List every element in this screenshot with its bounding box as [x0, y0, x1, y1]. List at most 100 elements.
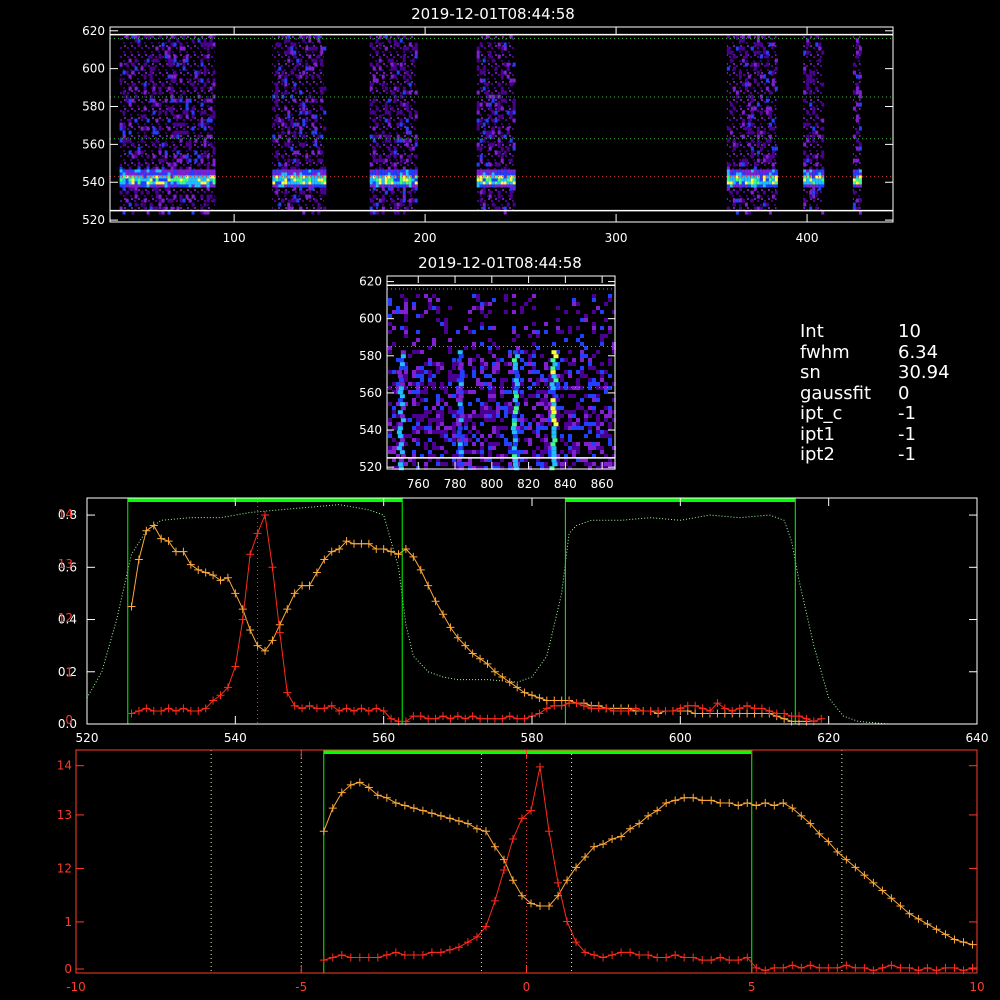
spectrogram-band-pixel: [402, 184, 406, 188]
spectrogram-column-pixel: [397, 374, 403, 379]
spectrogram-pixel: [484, 414, 488, 418]
spectrogram-pixel: [388, 370, 392, 374]
spectrogram-band-pixel: [806, 172, 810, 176]
spectrogram-pixel: [812, 134, 816, 139]
spectrogram-band-pixel: [756, 169, 760, 173]
spectrogram-band-pixel: [146, 172, 150, 176]
spectrogram-pixel: [809, 78, 813, 83]
spectrogram-band-pixel: [759, 172, 763, 176]
spectrogram-pixel: [532, 342, 536, 346]
spectrogram-pixel: [741, 110, 745, 115]
spectrogram-band-pixel: [500, 172, 504, 176]
spectrogram-pixel: [416, 370, 420, 374]
spectrogram-band-pixel: [149, 169, 153, 173]
spectrogram-pixel: [492, 362, 496, 366]
spectrogram-pixel: [206, 198, 210, 203]
spectrogram-pixel: [472, 450, 476, 454]
spectrogram-pixel: [494, 110, 498, 115]
spectrogram-pixel: [741, 58, 745, 63]
spectrogram-pixel: [756, 50, 760, 55]
spectrogram-band-pixel: [182, 172, 186, 176]
spectrogram-pixel: [399, 122, 403, 127]
spectrogram-band-pixel: [131, 178, 135, 182]
spectrogram-pixel: [492, 378, 496, 382]
data-point: [683, 701, 692, 710]
data-point: [770, 801, 779, 810]
data-point: [476, 714, 485, 723]
spectrogram-pixel: [500, 146, 504, 151]
spectrogram-band-pixel: [320, 184, 324, 188]
spectrogram-pixel: [404, 442, 408, 446]
spectrogram-column-pixel: [553, 422, 559, 427]
spectrogram-pixel: [185, 98, 189, 103]
spectrogram-pixel: [500, 418, 504, 422]
spectrogram-band-pixel: [128, 169, 132, 173]
spectrogram-pixel: [738, 38, 742, 43]
spectrogram-pixel: [152, 66, 156, 71]
spectrogram-pixel: [608, 438, 612, 442]
spectrogram-pixel: [375, 122, 379, 127]
spectrogram-pixel: [497, 102, 501, 107]
spectrogram-pixel: [488, 446, 492, 450]
spectrogram-pixel: [604, 390, 608, 394]
spectrogram-pixel: [173, 162, 177, 167]
profile-panel-2: -10 -5 0 5 1001121314: [57, 749, 985, 994]
spectrogram-pixel: [414, 46, 418, 51]
spectrogram-band-pixel: [855, 169, 859, 173]
data-point: [246, 625, 255, 634]
spectrogram-pixel: [290, 146, 294, 151]
spectrogram-pixel: [387, 58, 391, 63]
spectrogram-pixel: [143, 62, 147, 67]
spectrogram-pixel: [170, 86, 174, 91]
spectrogram-column-pixel: [512, 410, 518, 415]
spectrogram-pixel: [803, 66, 807, 71]
spectrogram-band-pixel: [131, 172, 135, 176]
spectrogram-pixel: [432, 406, 436, 410]
spectrogram-pixel: [314, 114, 318, 119]
spectrogram-pixel: [161, 46, 165, 51]
spectrogram-pixel: [806, 78, 810, 83]
spectrogram-pixel: [528, 362, 532, 366]
spectrogram-pixel: [284, 190, 288, 195]
spectrogram-band-pixel: [152, 178, 156, 182]
spectrogram-band-pixel: [735, 184, 739, 188]
spectrogram-band-pixel: [155, 184, 159, 188]
spectrogram-pixel: [416, 386, 420, 390]
spectrogram-band-pixel: [197, 178, 201, 182]
spectrogram-pixel: [167, 118, 171, 123]
spectrogram-pixel: [416, 438, 420, 442]
spectrogram-pixel: [497, 142, 501, 147]
spectrogram-pixel: [588, 366, 592, 370]
spectrogram-column-pixel: [400, 350, 406, 355]
spectrogram-pixel: [191, 114, 195, 119]
spectrogram-pixel: [500, 46, 504, 51]
spectrogram-pixel: [191, 82, 195, 87]
spectrogram-band-pixel: [302, 169, 306, 173]
spectrogram-band-pixel: [158, 184, 162, 188]
spectrogram-pixel: [608, 442, 612, 446]
spectrogram-pixel: [444, 426, 448, 430]
spectrogram-pixel: [305, 66, 309, 71]
spectrogram-band-pixel: [137, 172, 141, 176]
spectrogram-pixel: [412, 462, 416, 466]
spectrogram-pixel: [600, 326, 604, 330]
spectrogram-band-pixel: [488, 184, 492, 188]
spectrogram-pixel: [560, 330, 564, 334]
spectrogram-pixel: [155, 102, 159, 107]
data-point: [757, 704, 766, 713]
spectrogram-pixel: [588, 362, 592, 366]
spectrogram-pixel: [488, 102, 492, 107]
spectrogram-pixel: [488, 418, 492, 422]
spectrogram-pixel: [476, 106, 480, 111]
spectrogram-pixel: [402, 58, 406, 63]
spectrogram-pixel: [480, 434, 484, 438]
spectrogram-pixel: [414, 134, 418, 139]
spectrogram-band-pixel: [158, 172, 162, 176]
spectrogram-band-pixel: [768, 181, 772, 185]
spectrogram-band-pixel: [122, 178, 126, 182]
spectrogram-pixel: [520, 366, 524, 370]
spectrogram-column-pixel: [511, 430, 517, 435]
spectrogram-band-pixel: [275, 172, 279, 176]
spectrogram-pixel: [212, 146, 216, 151]
data-point: [201, 568, 210, 577]
